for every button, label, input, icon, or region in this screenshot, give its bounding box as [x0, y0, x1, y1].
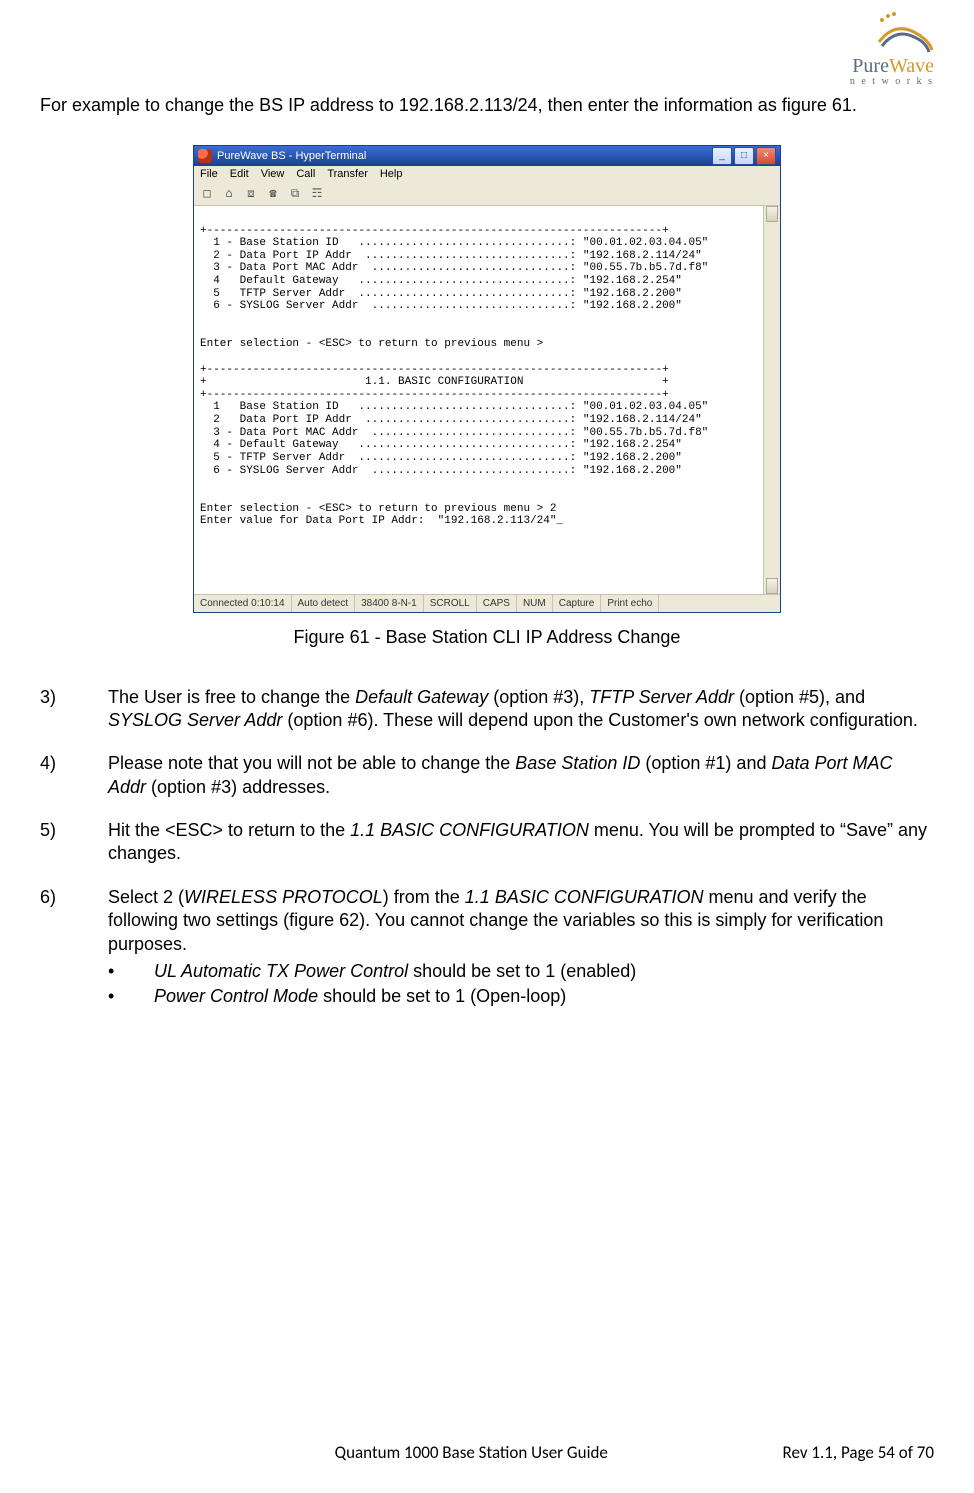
s3-text-4: (option #6). These will depend upon the … — [282, 710, 917, 730]
figure-61: PureWave BS - HyperTerminal _ □ × File E… — [193, 145, 781, 613]
bullet-2: Power Control Mode should be set to 1 (O… — [108, 985, 934, 1008]
menu-view[interactable]: View — [261, 168, 285, 180]
s4-text-3: (option #3) addresses. — [146, 777, 330, 797]
maximize-button[interactable]: □ — [734, 147, 754, 165]
status-num: NUM — [517, 595, 553, 612]
s6-text-1: Select 2 ( — [108, 887, 184, 907]
status-scroll: SCROLL — [424, 595, 477, 612]
logo-subtext: n e t w o r k s — [850, 76, 934, 87]
logo-block: PureWave n e t w o r k s — [850, 12, 934, 87]
s4-text-1: Please note that you will not be able to… — [108, 753, 515, 773]
step-4: Please note that you will not be able to… — [40, 752, 934, 799]
status-detect: Auto detect — [292, 595, 356, 612]
s5-it-1: 1.1 BASIC CONFIGURATION — [350, 820, 589, 840]
minimize-button[interactable]: _ — [712, 147, 732, 165]
window-title: PureWave BS - HyperTerminal — [217, 150, 712, 162]
logo-swoosh-icon — [874, 12, 934, 54]
s5-text-1: Hit the <ESC> to return to the — [108, 820, 350, 840]
logo-text-wave: Wave — [889, 55, 934, 77]
intro-paragraph: For example to change the BS IP address … — [40, 94, 934, 117]
step-3: The User is free to change the Default G… — [40, 686, 934, 733]
footer-right: Rev 1.1, Page 54 of 70 — [783, 1442, 934, 1463]
b1-text: should be set to 1 (enabled) — [408, 961, 636, 981]
s6-it-2: 1.1 BASIC CONFIGURATION — [465, 887, 704, 907]
logo-text-pure: Pure — [852, 55, 889, 77]
logo-brand: PureWave — [850, 56, 934, 76]
save-icon[interactable]: ⧈ — [244, 186, 258, 201]
toolbar: □ ⌂ ⧈ ☎ ⧉ ☶ — [194, 182, 780, 206]
menu-help[interactable]: Help — [380, 168, 403, 180]
b2-text: should be set to 1 (Open-loop) — [318, 986, 566, 1006]
bullet-1: UL Automatic TX Power Control should be … — [108, 960, 934, 983]
statusbar: Connected 0:10:14 Auto detect 38400 8-N-… — [194, 594, 780, 612]
page-footer: Quantum 1000 Base Station User Guide Rev… — [0, 1442, 974, 1463]
s3-text-1: The User is free to change the — [108, 687, 355, 707]
s3-it-3: SYSLOG Server Addr — [108, 710, 282, 730]
step-5: Hit the <ESC> to return to the 1.1 BASIC… — [40, 819, 934, 866]
step-6: Select 2 (WIRELESS PROTOCOL) from the 1.… — [40, 886, 934, 1009]
call-icon[interactable]: ☎ — [266, 186, 280, 201]
menubar: File Edit View Call Transfer Help — [194, 166, 780, 182]
status-capture: Capture — [553, 595, 602, 612]
disconnect-icon[interactable]: ⧉ — [288, 186, 302, 201]
status-baud: 38400 8-N-1 — [355, 595, 424, 612]
b2-it: Power Control Mode — [154, 986, 318, 1006]
s3-it-1: Default Gateway — [355, 687, 488, 707]
open-icon[interactable]: ⌂ — [222, 186, 236, 201]
new-icon[interactable]: □ — [200, 186, 214, 201]
menu-transfer[interactable]: Transfer — [327, 168, 368, 180]
s6-text-2: ) from the — [383, 887, 465, 907]
s3-text-2: (option #3), — [488, 687, 589, 707]
properties-icon[interactable]: ☶ — [310, 186, 324, 201]
status-caps: CAPS — [477, 595, 517, 612]
hyperterminal-window: PureWave BS - HyperTerminal _ □ × File E… — [193, 145, 781, 613]
close-button[interactable]: × — [756, 147, 776, 165]
s4-it-1: Base Station ID — [515, 753, 640, 773]
s3-it-2: TFTP Server Addr — [589, 687, 734, 707]
s4-text-2: (option #1) and — [640, 753, 771, 773]
terminal-output[interactable]: +---------------------------------------… — [194, 217, 763, 583]
figure-caption: Figure 61 - Base Station CLI IP Address … — [40, 627, 934, 648]
status-echo: Print echo — [601, 595, 659, 612]
menu-file[interactable]: File — [200, 168, 218, 180]
vertical-scrollbar[interactable] — [763, 206, 780, 594]
app-icon — [198, 149, 212, 163]
b1-it: UL Automatic TX Power Control — [154, 961, 408, 981]
footer-center: Quantum 1000 Base Station User Guide — [160, 1442, 783, 1463]
window-titlebar: PureWave BS - HyperTerminal _ □ × — [194, 146, 780, 166]
s6-it-1: WIRELESS PROTOCOL — [184, 887, 383, 907]
s3-text-3: (option #5), and — [734, 687, 865, 707]
status-connected: Connected 0:10:14 — [194, 595, 292, 612]
menu-call[interactable]: Call — [296, 168, 315, 180]
menu-edit[interactable]: Edit — [230, 168, 249, 180]
